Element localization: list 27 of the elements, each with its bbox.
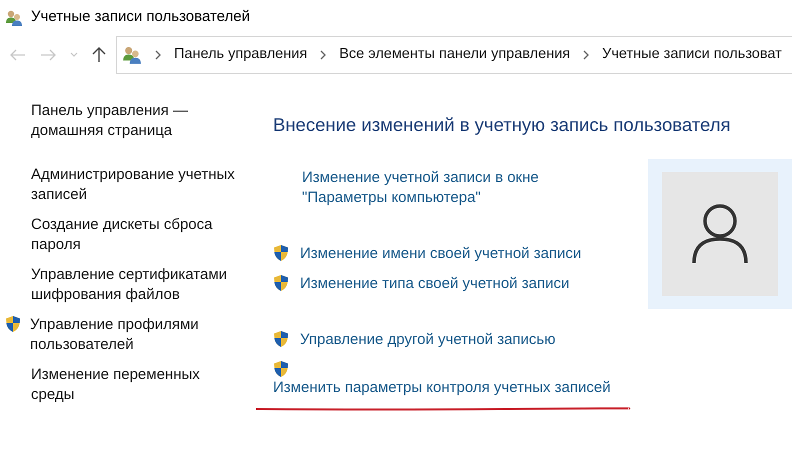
up-arrow-icon[interactable] [92,47,106,63]
link[interactable]: Управление другой учетной записью [300,330,556,350]
sidebar-link[interactable]: Управление профилями пользователей [30,315,199,355]
users-icon [5,8,23,26]
link[interactable]: Изменение учетной записи в окне "Параметры компьютера" [302,168,539,208]
user-icon [691,202,749,265]
back-arrow-icon[interactable] [10,49,26,61]
sidebar-link[interactable]: Панель управления — домашняя страница [31,101,188,141]
chevron-right-icon [154,50,162,60]
address-bar[interactable]: Панель управления Все элементы панели управления Учетные записи пользоват [116,36,792,74]
link[interactable]: Изменить параметры контроля учетных записей [273,378,611,398]
chevron-right-icon [582,50,590,60]
page-heading: Внесение изменений в учетную запись пользователя [273,113,732,137]
breadcrumb-item[interactable]: Все элементы панели управления [339,44,570,66]
forward-arrow-icon[interactable] [40,49,56,61]
sidebar-link[interactable]: Управление сертификатами шифрования файлов [31,265,228,305]
chevron-right-icon [319,50,328,60]
sidebar-link[interactable]: Изменение переменных среды [31,365,200,405]
breadcrumb-item[interactable]: Учетные записи пользоват [602,44,782,66]
link[interactable]: Изменение типа своей учетной записи [300,274,570,294]
link[interactable]: Изменение имени своей учетной записи [300,244,582,264]
window-title: Учетные записи пользователей [31,7,250,28]
breadcrumb-item[interactable]: Панель управления [174,44,308,66]
sidebar-link[interactable]: Администрирование учетных записей [31,165,235,205]
sidebar-link[interactable]: Создание дискеты сброса пароля [31,215,212,255]
dropdown-caret-icon[interactable] [70,52,78,58]
users-icon [122,45,142,65]
